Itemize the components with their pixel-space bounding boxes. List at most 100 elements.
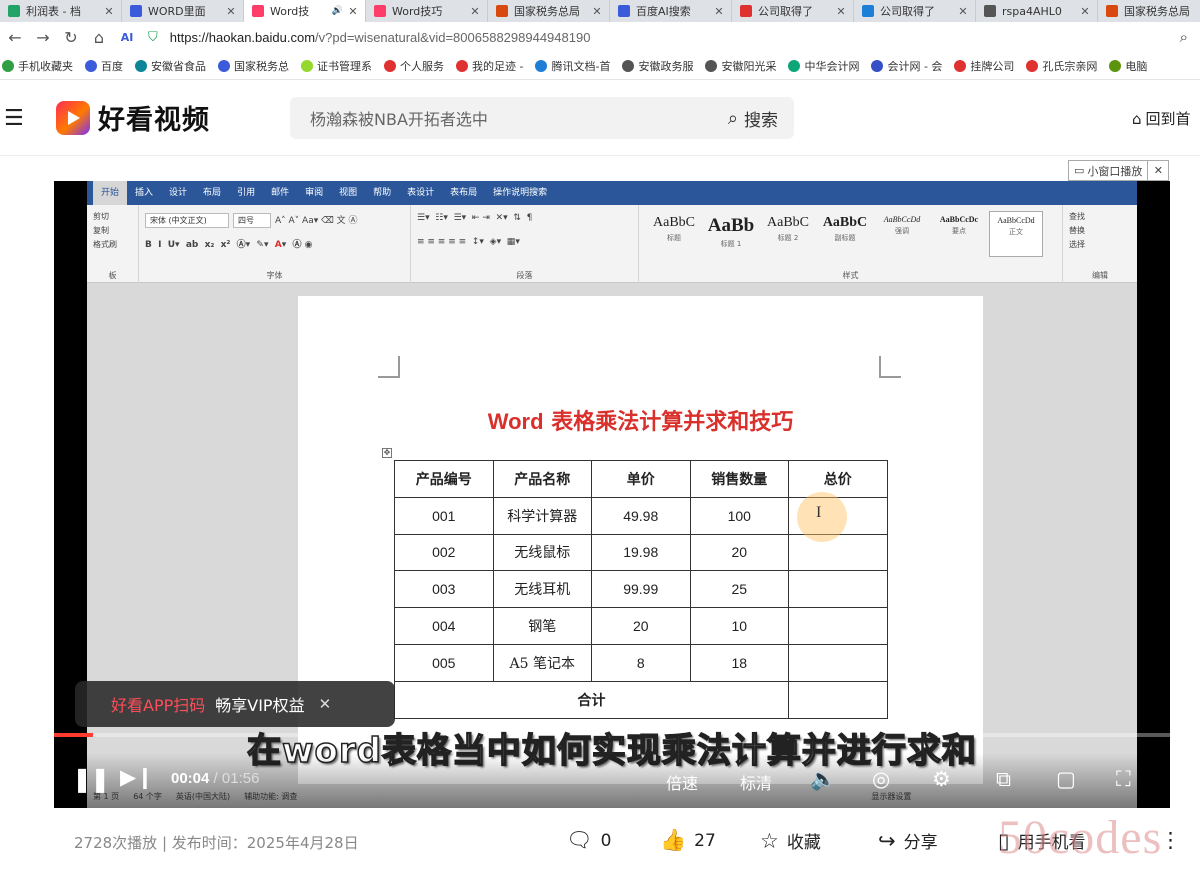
tab-close-icon[interactable]: ✕: [591, 5, 603, 18]
tab-label: rspa4AHL0: [1002, 4, 1062, 18]
tab-close-icon[interactable]: ✕: [103, 5, 115, 18]
browser-tab[interactable]: 利润表 - 档 ✕: [0, 0, 122, 22]
tab-close-icon[interactable]: ✕: [347, 5, 359, 18]
reload-icon[interactable]: ↻: [58, 24, 84, 50]
next-video-icon[interactable]: ▶❙: [120, 765, 154, 789]
word-ribbon-tab: 邮件: [271, 188, 290, 198]
search-button[interactable]: ⌕ 搜索: [728, 106, 794, 131]
bookmark-item[interactable]: 电脑: [1109, 58, 1147, 74]
bookmark-label: 腾讯文档-首: [551, 59, 611, 73]
site-logo[interactable]: 好看视频: [56, 98, 210, 137]
comment-button[interactable]: 🗨 0: [566, 828, 612, 853]
bookmark-item[interactable]: 安徽省食品: [135, 58, 206, 74]
bookmark-favicon-icon: [384, 59, 396, 72]
bookmark-favicon-icon: [1109, 59, 1122, 72]
bookmark-item[interactable]: 安徽阳光采: [705, 58, 776, 74]
player-controls: ❚❚ ▶❙ 00:04 / 01:56 倍速 标清 🔈 ◎ ⚙ ⧉ ▢ ⛶: [54, 753, 1170, 808]
browser-tab[interactable]: 国家税务总局✕: [1098, 0, 1200, 22]
tab-close-icon[interactable]: ✕: [469, 5, 481, 18]
table-cell: 20: [591, 607, 691, 645]
browser-tab[interactable]: Word技 🔊 ✕: [244, 0, 366, 22]
bookmark-label: 挂牌公司: [970, 59, 1015, 73]
style-gallery-item: AaBbCcDd 强调: [875, 211, 929, 257]
bookmark-item[interactable]: 安徽政务服: [622, 58, 693, 74]
tab-audio-icon[interactable]: 🔊: [332, 6, 343, 16]
mini-window-control[interactable]: ▭ 小窗口播放 ✕: [1068, 160, 1170, 181]
speed-button[interactable]: 倍速: [666, 770, 698, 794]
bookmark-item[interactable]: 百度: [85, 58, 123, 74]
quality-button[interactable]: 标清: [740, 770, 772, 794]
mini-window-button[interactable]: ▭ 小窗口播放: [1068, 160, 1149, 181]
font-size-box: 四号: [233, 213, 271, 228]
pause-icon[interactable]: ❚❚: [72, 765, 110, 793]
video-player[interactable]: 开始 插入 设计 布局 引用 邮件 审阅 视图 帮助 表设计 表布局 操作说明搜索 剪切 复制 格式刷 板…: [54, 181, 1170, 808]
clipboard-item: 格式刷: [93, 240, 117, 249]
bookmark-item[interactable]: 证书管理系: [301, 58, 372, 74]
zoom-icon[interactable]: ⌕: [1180, 28, 1188, 46]
bookmark-item[interactable]: 挂牌公司: [954, 58, 1014, 74]
browser-tab[interactable]: 国家税务总局✕: [488, 0, 610, 22]
menu-icon[interactable]: ☰: [4, 106, 24, 131]
like-button[interactable]: 👍 27: [660, 828, 716, 853]
picture-in-picture-icon[interactable]: ⧉: [996, 767, 1011, 792]
table-cell: [788, 570, 888, 609]
bookmark-favicon-icon: [218, 59, 230, 72]
tab-close-icon[interactable]: ✕: [1079, 5, 1091, 18]
tab-close-icon[interactable]: ✕: [713, 5, 725, 18]
table-cell: 001: [394, 496, 494, 535]
app-promo-banner[interactable]: 好看APP扫码 畅享VIP权益 ✕: [75, 681, 395, 727]
ibeam-cursor-icon: I: [816, 504, 822, 521]
browser-tab[interactable]: 百度AI搜索 ✕: [610, 0, 732, 22]
tab-close-icon[interactable]: ✕: [835, 5, 847, 18]
url-field[interactable]: ⛉ https://haokan.baidu.com/v?pd=wisenatu…: [148, 25, 1188, 49]
align-icons: ≡ ≡ ≡ ≡ ≡ ↕▾ ◈▾ ▦▾: [417, 237, 520, 247]
volume-icon[interactable]: 🔈: [810, 767, 836, 792]
bookmark-item[interactable]: 手机收藏夹: [2, 58, 73, 74]
bookmark-item[interactable]: 孔氏宗亲网: [1026, 58, 1097, 74]
mini-window-close-icon[interactable]: ✕: [1148, 160, 1170, 181]
bookmark-item[interactable]: 会计网 - 会: [871, 58, 942, 74]
promo-close-icon[interactable]: ✕: [319, 695, 332, 713]
tab-close-icon[interactable]: ✕: [225, 5, 237, 18]
style-name: 副标题: [834, 234, 856, 242]
back-home-link[interactable]: ⌂ 回到首: [1132, 108, 1191, 129]
editing-group: 查找 替换 选择 编辑: [1063, 205, 1137, 283]
fullscreen-icon[interactable]: ⛶: [1116, 767, 1131, 792]
tab-close-icon[interactable]: ✕: [957, 5, 969, 18]
bookmark-favicon-icon: [85, 59, 97, 72]
forward-icon[interactable]: →: [30, 24, 56, 50]
bookmark-item[interactable]: 个人服务: [384, 58, 444, 74]
browser-tab[interactable]: 公司取得了 ✕: [854, 0, 976, 22]
favorite-button[interactable]: ☆ 收藏: [760, 828, 821, 854]
bookmark-item[interactable]: 国家税务总: [218, 58, 289, 74]
browser-tab[interactable]: 公司取得了 ✕: [732, 0, 854, 22]
bookmark-item[interactable]: 腾讯文档-首: [535, 58, 610, 74]
screenshot-icon[interactable]: ◎: [872, 767, 890, 791]
tab-favicon-icon: [984, 5, 996, 17]
editing-item: 选择: [1069, 240, 1085, 249]
browser-tab[interactable]: rspa4AHL0 ✕: [976, 0, 1098, 22]
site-header: ☰ 好看视频 杨瀚森被NBA开拓者选中 ⌕ 搜索 ⌂ 回到首: [0, 80, 1200, 156]
share-button[interactable]: ↪ 分享: [878, 828, 938, 854]
style-sample: AaBb: [707, 215, 755, 236]
table-header-cell: 产品名称: [492, 460, 592, 498]
bookmark-label: 个人服务: [400, 59, 444, 73]
browser-tab[interactable]: WORD里面 ✕: [122, 0, 244, 22]
home-icon[interactable]: ⌂: [86, 24, 112, 50]
document-title: Word 表格乘法计算并求和技巧: [298, 404, 983, 436]
word-ribbon-tabs: 开始 插入 设计 布局 引用 邮件 审阅 视图 帮助 表设计 表布局 操作说明搜索: [87, 181, 1137, 205]
mini-window-label: 小窗口播放: [1087, 164, 1143, 178]
table-cell: 科学计算器: [492, 496, 592, 535]
bookmark-item[interactable]: 中华会计网: [788, 58, 859, 74]
settings-icon[interactable]: ⚙: [932, 767, 951, 791]
back-icon[interactable]: ←: [2, 24, 28, 50]
more-options-icon[interactable]: ⋮: [1160, 828, 1189, 852]
search-icon: ⌕: [727, 107, 738, 129]
theater-mode-icon[interactable]: ▢: [1056, 767, 1076, 791]
bookmark-item[interactable]: 我的足迹 -: [456, 58, 523, 74]
browser-tab[interactable]: Word技巧 ✕: [366, 0, 488, 22]
ai-icon[interactable]: AI: [114, 24, 140, 50]
search-input[interactable]: 杨瀚森被NBA开拓者选中: [290, 106, 728, 130]
bookmark-favicon-icon: [871, 59, 884, 72]
search-box[interactable]: 杨瀚森被NBA开拓者选中 ⌕ 搜索: [290, 97, 794, 139]
